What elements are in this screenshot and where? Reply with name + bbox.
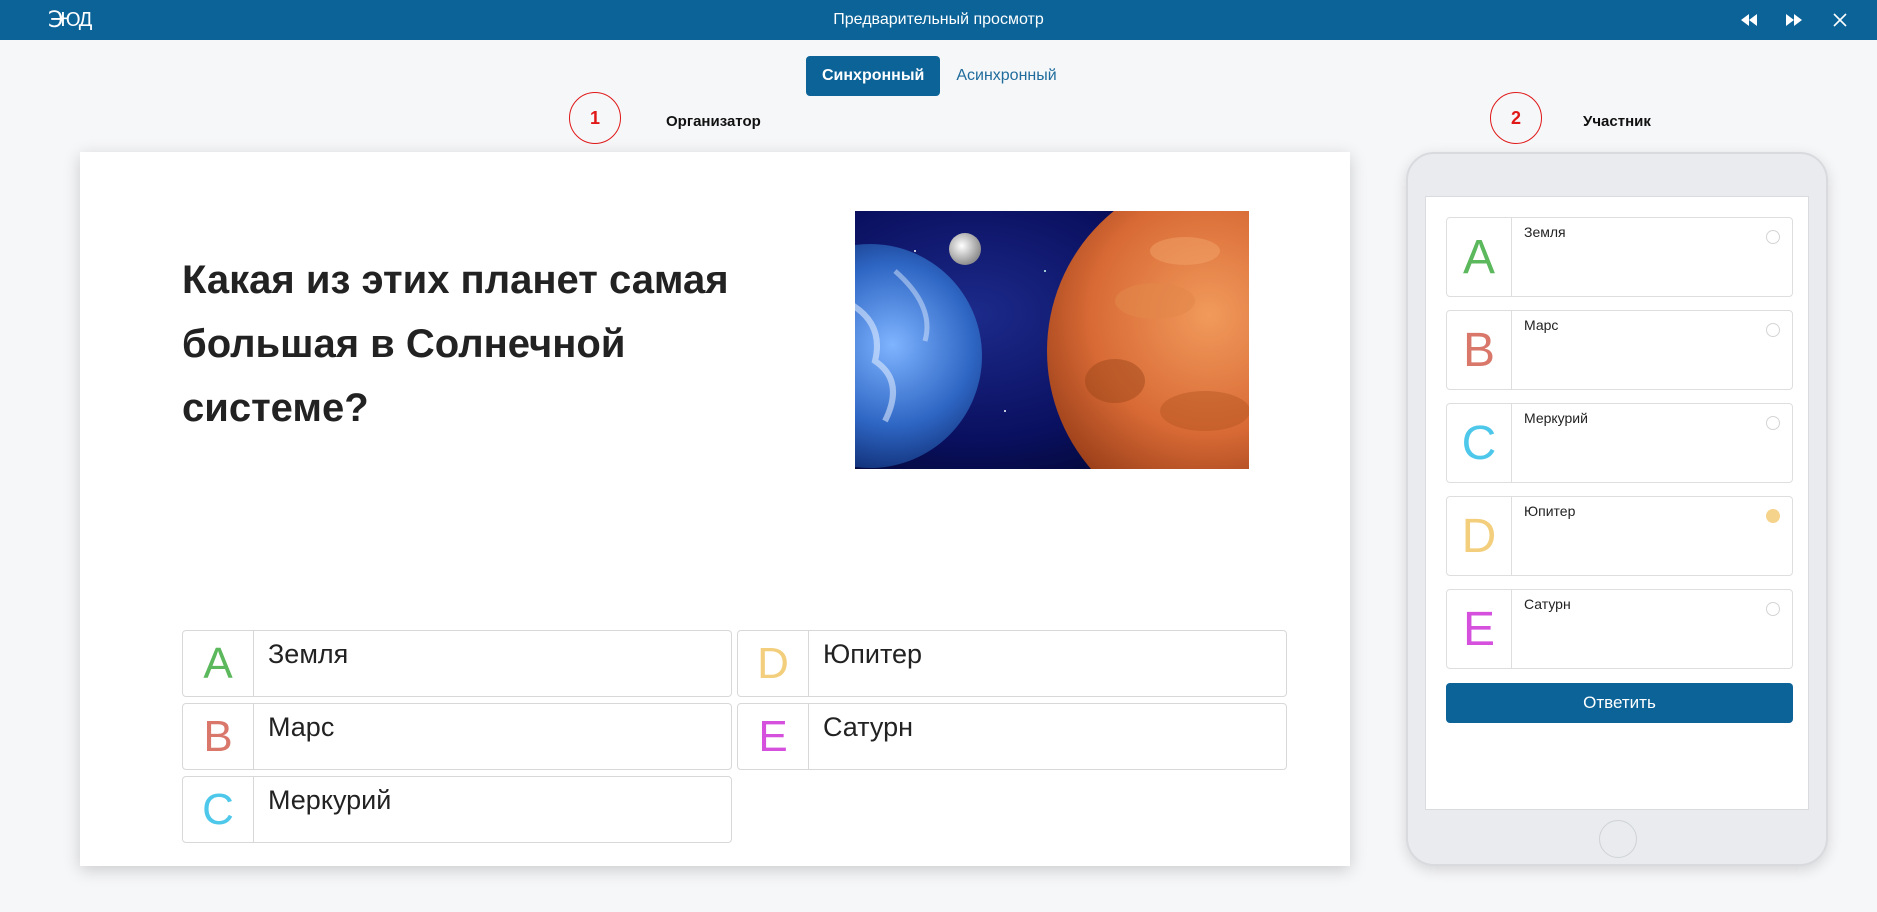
answer-letter: A xyxy=(1447,218,1512,296)
participant-marker: 2 xyxy=(1490,92,1542,144)
answer-text: Меркурий xyxy=(1524,410,1588,426)
answer-letter: C xyxy=(183,777,254,842)
fast-forward-icon[interactable] xyxy=(1781,0,1807,40)
answer-option-e[interactable]: E Сатурн xyxy=(737,703,1287,770)
answer-radio[interactable] xyxy=(1766,602,1780,616)
answer-radio[interactable] xyxy=(1766,230,1780,244)
answer-letter: C xyxy=(1447,404,1512,482)
answer-text: Земля xyxy=(1524,224,1566,240)
sync-mode-button[interactable]: Синхронный xyxy=(806,56,941,96)
participant-tablet: A Земля B Марс C Меркурий D Юпитер E Сат… xyxy=(1406,152,1828,866)
answer-letter: D xyxy=(738,631,809,696)
async-mode-button[interactable]: Асинхронный xyxy=(940,56,1072,96)
submit-answer-button[interactable]: Ответить xyxy=(1446,683,1793,723)
answer-option-b[interactable]: B Марс xyxy=(182,703,732,770)
answer-letter: A xyxy=(183,631,254,696)
answer-radio[interactable] xyxy=(1766,323,1780,337)
answer-letter: D xyxy=(1447,497,1512,575)
question-text: Какая из этих планет самая большая в Сол… xyxy=(182,258,729,430)
participant-answer-e[interactable]: E Сатурн xyxy=(1446,589,1793,669)
top-bar: Э ЮД Предварительный просмотр xyxy=(0,0,1877,40)
answer-text: Юпитер xyxy=(823,639,923,669)
participant-answer-a[interactable]: A Земля xyxy=(1446,217,1793,297)
organizer-marker: 1 xyxy=(569,92,621,144)
answer-letter: B xyxy=(183,704,254,769)
close-icon[interactable] xyxy=(1827,0,1853,40)
answer-text: Сатурн xyxy=(1524,596,1571,612)
mode-toggle: Синхронный Асинхронный xyxy=(806,56,1073,96)
answer-text: Земля xyxy=(268,639,349,669)
answer-text: Марс xyxy=(268,712,335,742)
answer-option-d[interactable]: D Юпитер xyxy=(737,630,1287,697)
answer-text: Марс xyxy=(1524,317,1559,333)
answer-text: Юпитер xyxy=(1524,503,1576,519)
rewind-icon[interactable] xyxy=(1736,0,1762,40)
answer-text: Меркурий xyxy=(268,785,392,815)
participant-answer-c[interactable]: C Меркурий xyxy=(1446,403,1793,483)
tablet-screen: A Земля B Марс C Меркурий D Юпитер E Сат… xyxy=(1425,196,1809,810)
window-title: Предварительный просмотр xyxy=(833,11,1044,28)
organizer-slide: Какая из этих планет самая большая в Сол… xyxy=(80,152,1350,866)
participant-answer-b[interactable]: B Марс xyxy=(1446,310,1793,390)
answer-option-c[interactable]: C Меркурий xyxy=(182,776,732,843)
answer-text: Сатурн xyxy=(823,712,914,742)
answer-letter: E xyxy=(738,704,809,769)
answer-radio[interactable] xyxy=(1766,416,1780,430)
participant-label: Участник xyxy=(1583,113,1651,130)
answer-letter: B xyxy=(1447,311,1512,389)
participant-answer-d[interactable]: D Юпитер xyxy=(1446,496,1793,576)
tablet-home-button xyxy=(1599,820,1637,858)
planets-image xyxy=(855,211,1249,469)
organizer-label: Организатор xyxy=(666,113,761,130)
answer-letter: E xyxy=(1447,590,1512,668)
answer-radio-selected[interactable] xyxy=(1766,509,1780,523)
answer-option-a[interactable]: A Земля xyxy=(182,630,732,697)
